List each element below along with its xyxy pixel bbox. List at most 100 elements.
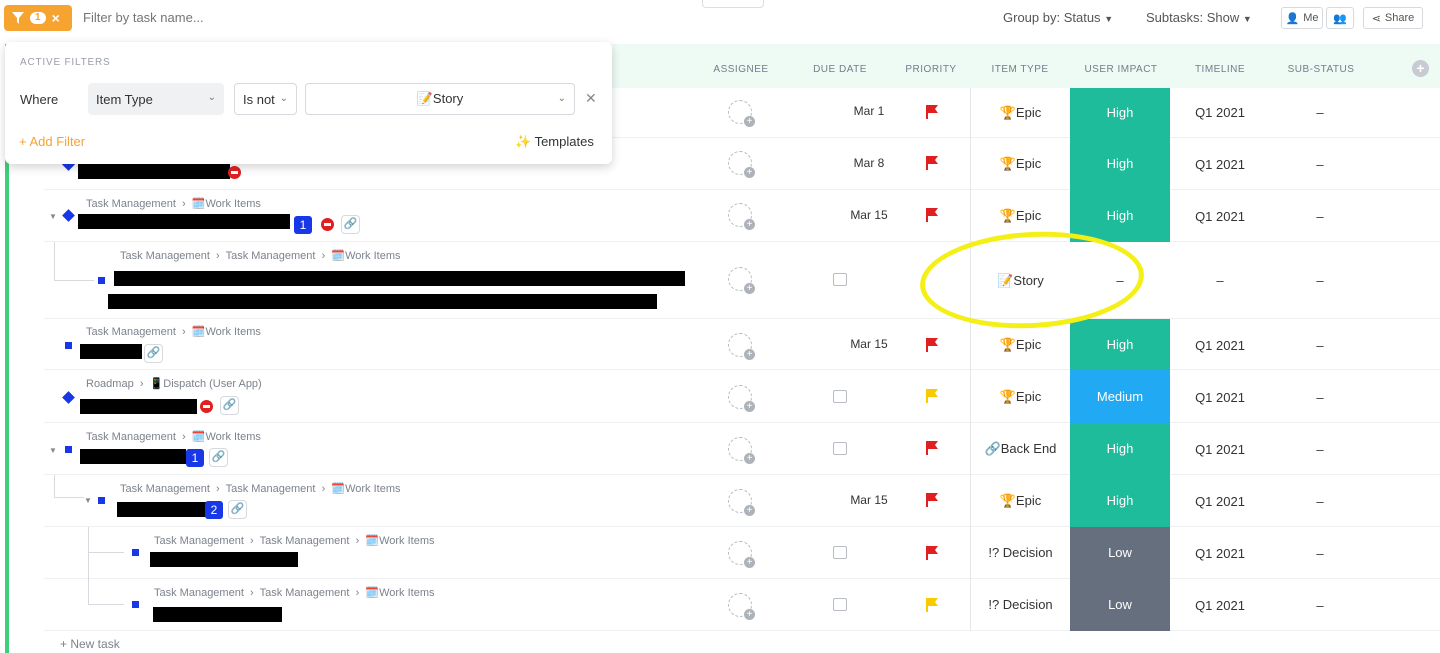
filter-operator-select[interactable]: Is not ⌄	[234, 83, 297, 115]
user-impact[interactable]: High	[1070, 88, 1170, 138]
collapse-caret-icon[interactable]: ▼	[84, 496, 92, 505]
assignee-avatar-icon[interactable]	[728, 437, 755, 464]
task-status-icon[interactable]	[132, 601, 139, 608]
user-impact[interactable]: Low	[1070, 527, 1170, 579]
item-type[interactable]: 🏆Epic	[970, 475, 1070, 527]
subtask-count-badge[interactable]: 1	[186, 449, 204, 467]
task-status-icon[interactable]	[62, 209, 75, 222]
col-user-impact[interactable]: USER IMPACT	[1076, 64, 1166, 75]
timeline[interactable]: Q1 2021	[1170, 494, 1270, 509]
remove-filter-icon[interactable]: ✕	[585, 90, 597, 107]
timeline[interactable]: Q1 2021	[1170, 209, 1270, 224]
item-type[interactable]: !? Decision	[970, 527, 1070, 579]
add-filter-button[interactable]: + Add Filter	[19, 134, 85, 149]
sub-status[interactable]: –	[1270, 273, 1370, 288]
breadcrumb[interactable]: Task Management › Task Management › 🗓️Wo…	[154, 534, 435, 547]
task-filter-input[interactable]	[83, 10, 383, 25]
sub-status[interactable]: –	[1270, 390, 1370, 405]
breadcrumb[interactable]: Task Management › 🗓️Work Items	[86, 430, 261, 443]
group-by-dropdown[interactable]: Group by: Status ▼	[1003, 10, 1113, 25]
task-status-icon[interactable]	[132, 549, 139, 556]
subtask-count-badge[interactable]: 2	[205, 501, 223, 519]
clear-filter-icon[interactable]: ×	[52, 10, 60, 26]
task-name-redacted[interactable]	[80, 344, 142, 359]
task-name-redacted[interactable]	[117, 502, 207, 517]
task-status-icon[interactable]	[98, 277, 105, 284]
timeline[interactable]: Q1 2021	[1170, 157, 1270, 172]
subtask-count-badge[interactable]: 1	[294, 216, 312, 234]
item-type[interactable]: 🏆Epic	[970, 88, 1070, 138]
priority-flag-icon[interactable]	[926, 598, 938, 612]
col-priority[interactable]: PRIORITY	[896, 64, 966, 75]
sub-status[interactable]: –	[1270, 209, 1370, 224]
user-impact[interactable]: High	[1070, 475, 1170, 527]
timeline[interactable]: Q1 2021	[1170, 105, 1270, 120]
table-row[interactable]: ▼ Task Management › 🗓️Work Items 1 🔗 🔗Ba…	[44, 423, 1440, 475]
due-date[interactable]: Mar 8	[814, 156, 924, 170]
assignee-avatar-icon[interactable]	[728, 100, 755, 127]
col-due-date[interactable]: DUE DATE	[800, 64, 880, 75]
task-status-icon[interactable]	[98, 497, 105, 504]
table-row[interactable]: Task Management › Task Management › 🗓️Wo…	[44, 527, 1440, 579]
timeline[interactable]: Q1 2021	[1170, 338, 1270, 353]
task-name-redacted[interactable]	[153, 607, 282, 622]
me-button[interactable]: 👤 Me	[1281, 7, 1323, 29]
due-date[interactable]: Mar 1	[814, 104, 924, 118]
assignees-button[interactable]: 👥	[1326, 7, 1354, 29]
user-impact[interactable]: High	[1070, 319, 1170, 370]
priority-flag-icon[interactable]	[926, 338, 938, 352]
task-status-icon[interactable]	[62, 391, 75, 404]
calendar-icon[interactable]	[833, 546, 847, 559]
breadcrumb[interactable]: Task Management › 🗓️Work Items	[86, 197, 261, 210]
sub-status[interactable]: –	[1270, 494, 1370, 509]
link-icon[interactable]: 🔗	[228, 500, 247, 519]
due-date[interactable]: Mar 15	[814, 493, 924, 507]
col-timeline[interactable]: TIMELINE	[1180, 64, 1260, 75]
assignee-avatar-icon[interactable]	[728, 203, 755, 230]
task-name-redacted[interactable]	[114, 271, 685, 286]
item-type[interactable]: 🏆Epic	[970, 370, 1070, 423]
col-sub-status[interactable]: SUB-STATUS	[1276, 64, 1366, 75]
table-row[interactable]: Task Management › 🗓️Work Items 🔗 Mar 15 …	[44, 319, 1440, 370]
priority-flag-icon[interactable]	[926, 105, 938, 119]
user-impact[interactable]: High	[1070, 423, 1170, 475]
assignee-avatar-icon[interactable]	[728, 489, 755, 516]
timeline[interactable]: Q1 2021	[1170, 546, 1270, 561]
sub-status[interactable]: –	[1270, 546, 1370, 561]
link-icon[interactable]: 🔗	[144, 344, 163, 363]
timeline[interactable]: Q1 2021	[1170, 390, 1270, 405]
item-type[interactable]: 🔗Back End	[970, 423, 1070, 475]
task-name-redacted[interactable]	[78, 214, 290, 229]
user-impact[interactable]: Low	[1070, 579, 1170, 631]
task-name-redacted[interactable]	[78, 164, 230, 179]
calendar-icon[interactable]	[833, 390, 847, 403]
item-type[interactable]: 🏆Epic	[970, 138, 1070, 190]
priority-flag-icon[interactable]	[926, 441, 938, 455]
due-date[interactable]: Mar 15	[814, 337, 924, 351]
user-impact[interactable]: High	[1070, 138, 1170, 190]
assignee-avatar-icon[interactable]	[728, 333, 755, 360]
table-row[interactable]: Roadmap › 📱Dispatch (User App) 🔗 🏆Epic M…	[44, 370, 1440, 423]
templates-button[interactable]: ✨ Templates	[515, 134, 594, 150]
assignee-avatar-icon[interactable]	[728, 385, 755, 412]
assignee-avatar-icon[interactable]	[728, 267, 755, 294]
table-row[interactable]: Task Management › Task Management › 🗓️Wo…	[44, 242, 1440, 319]
priority-flag-icon[interactable]	[926, 389, 938, 403]
assignee-avatar-icon[interactable]	[728, 593, 755, 620]
add-column-icon[interactable]: +	[1412, 60, 1429, 77]
user-impact[interactable]: Medium	[1070, 370, 1170, 423]
task-name-redacted[interactable]	[80, 449, 186, 464]
breadcrumb[interactable]: Roadmap › 📱Dispatch (User App)	[86, 377, 262, 390]
task-status-icon[interactable]	[65, 446, 72, 453]
task-name-redacted[interactable]	[80, 399, 197, 414]
collapse-caret-icon[interactable]: ▼	[49, 446, 57, 455]
sub-status[interactable]: –	[1270, 442, 1370, 457]
timeline[interactable]: Q1 2021	[1170, 598, 1270, 613]
timeline[interactable]: Q1 2021	[1170, 442, 1270, 457]
breadcrumb[interactable]: Task Management › 🗓️Work Items	[86, 325, 261, 338]
breadcrumb[interactable]: Task Management › Task Management › 🗓️Wo…	[120, 482, 401, 495]
col-assignee[interactable]: ASSIGNEE	[704, 64, 778, 75]
sub-status[interactable]: –	[1270, 338, 1370, 353]
table-row[interactable]: ▼ Task Management › 🗓️Work Items 1 🔗 Mar…	[44, 190, 1440, 242]
view-toggle-tab[interactable]	[702, 0, 764, 8]
